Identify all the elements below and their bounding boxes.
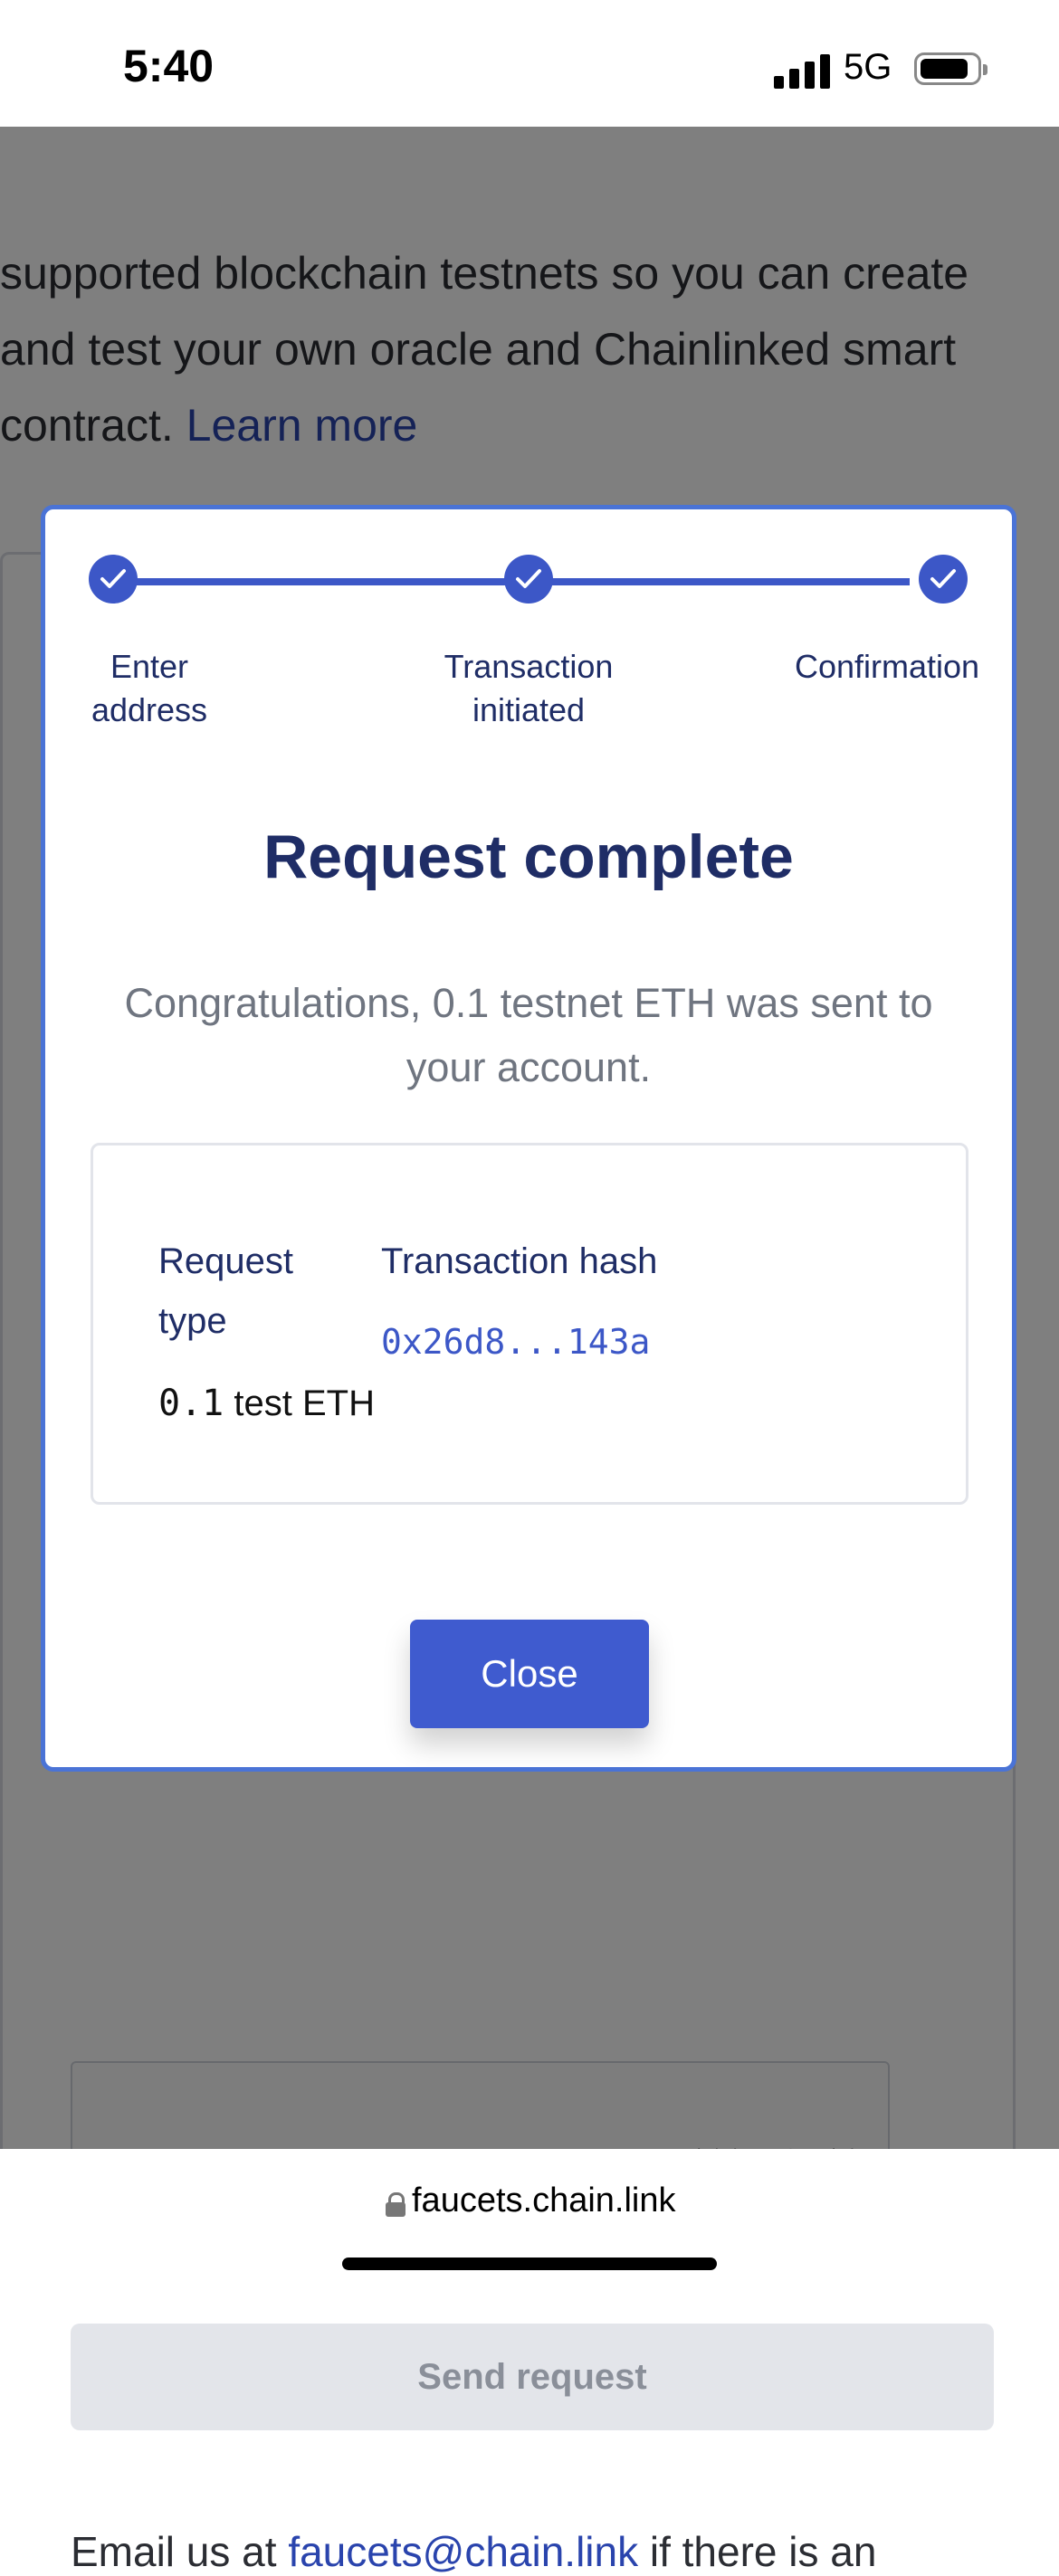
request-type-value: 0.1 test ETH — [158, 1383, 375, 1424]
step-label-confirmation: Confirmation — [794, 648, 980, 685]
cellular-signal-icon — [774, 52, 830, 89]
send-request-button[interactable]: Send request — [71, 2324, 994, 2430]
step-2-check-icon — [504, 555, 553, 604]
request-type-unit: test ETH — [234, 1383, 375, 1423]
step-1-check-icon — [89, 555, 138, 604]
email-link[interactable]: faucets@chain.link — [288, 2528, 638, 2575]
transaction-hash-label: Transaction hash — [381, 1241, 658, 1281]
lock-icon — [386, 2192, 405, 2217]
browser-url-bar[interactable]: faucets.chain.link — [0, 2149, 1059, 2291]
request-type-amount: 0.1 — [158, 1383, 224, 1424]
transaction-details-box: Request type 0.1 test ETH Transaction ha… — [91, 1143, 968, 1505]
email-prefix: Email us at — [71, 2528, 277, 2575]
step-3-check-icon — [919, 555, 968, 604]
modal-title: Request complete — [263, 822, 794, 891]
contact-line: Email us at faucets@chain.link if there … — [71, 2527, 876, 2576]
request-type-label: Request type — [158, 1241, 293, 1341]
transaction-hash-link[interactable]: 0x26d8...143a — [381, 1322, 650, 1362]
network-type: 5G — [844, 47, 892, 87]
url-text[interactable]: faucets.chain.link — [412, 2182, 676, 2220]
step-label-transaction-initiated: Transaction initiated — [444, 648, 614, 728]
close-button[interactable]: Close — [410, 1620, 649, 1728]
request-complete-modal: Enter address Transaction initiated Conf… — [41, 505, 1016, 1772]
home-indicator[interactable] — [342, 2258, 717, 2270]
email-suffix: if there is an — [649, 2528, 877, 2575]
modal-message: Congratulations, 0.1 testnet ETH was sen… — [124, 980, 933, 1090]
battery-icon — [914, 52, 987, 85]
status-time: 5:40 — [123, 41, 215, 91]
status-bar: 5:40 5G — [0, 0, 1059, 127]
step-label-enter-address: Enter address — [91, 648, 208, 728]
